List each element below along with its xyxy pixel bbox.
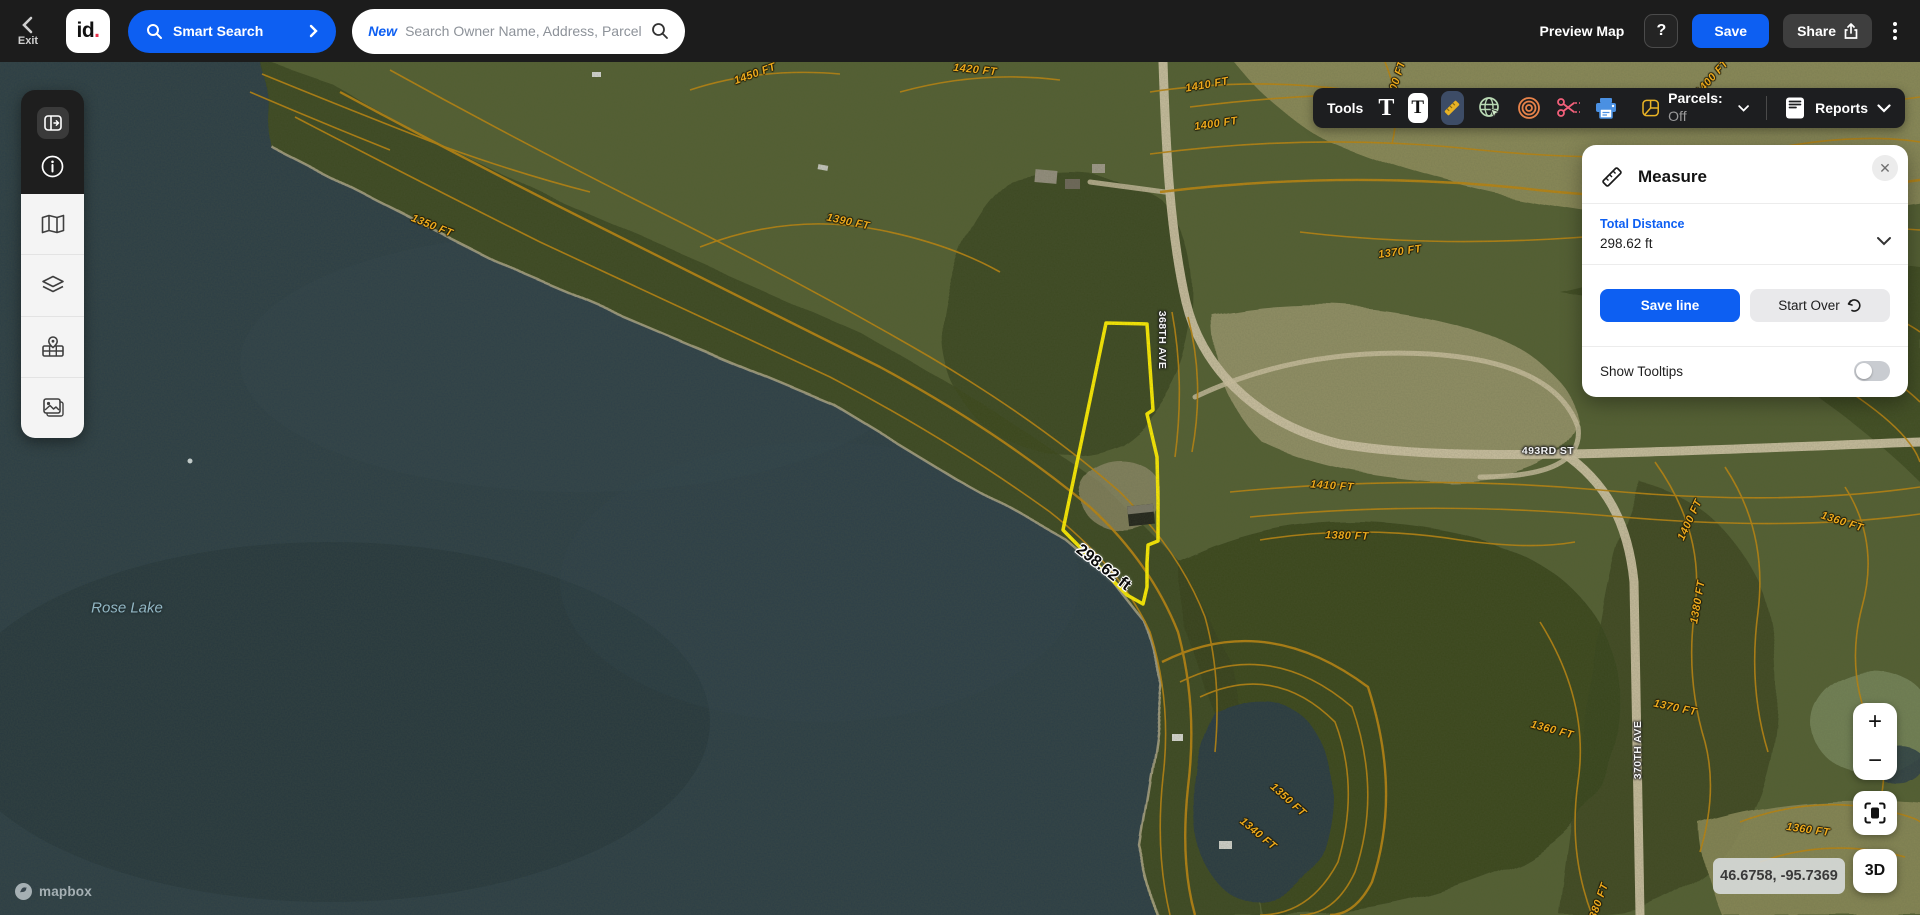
chevron-right-icon (310, 24, 318, 38)
mapbox-logo-icon (15, 883, 32, 900)
app-logo[interactable]: id. (66, 9, 110, 53)
scissors-icon (1557, 98, 1580, 117)
top-bar: Exit id. Smart Search New Preview Map ? … (0, 0, 1920, 62)
sidebar-item-basemaps[interactable] (21, 194, 84, 254)
show-tooltips-row: Show Tooltips (1582, 347, 1908, 397)
share-icon (1844, 23, 1858, 39)
ruler-icon (1445, 100, 1460, 116)
exit-label: Exit (17, 34, 39, 47)
app-window: Exit id. Smart Search New Preview Map ? … (0, 0, 1920, 915)
cursor-coordinates: 46.6758, -95.7369 (1713, 858, 1845, 894)
search-input[interactable] (405, 23, 644, 39)
sidebar-light-section (21, 194, 84, 438)
undo-icon (1847, 298, 1861, 312)
info-icon (41, 155, 64, 177)
save-line-button[interactable]: Save line (1600, 289, 1740, 322)
logo-text: id. (76, 19, 100, 42)
zoom-control: + − (1853, 703, 1897, 780)
start-over-button[interactable]: Start Over (1750, 289, 1890, 322)
map-pin-grid-icon (41, 335, 64, 357)
parcels-dropdown[interactable]: Parcels: Off (1641, 90, 1750, 126)
3d-toggle-button[interactable]: 3D (1853, 849, 1897, 893)
measure-panel-header: Measure (1582, 145, 1908, 204)
more-menu-button[interactable] (1886, 14, 1904, 48)
measure-panel: ✕ Measure Total Distance 298.62 ft Save … (1582, 145, 1908, 397)
sidebar-collapse-button[interactable] (36, 106, 69, 139)
text-tool-button[interactable]: T (1378, 95, 1394, 122)
close-icon[interactable]: ✕ (1872, 155, 1898, 181)
printer-icon (1595, 98, 1616, 119)
parcels-layer-icon (1642, 99, 1659, 117)
image-icon (42, 398, 64, 417)
save-button[interactable]: Save (1692, 14, 1770, 48)
reports-label: Reports (1815, 100, 1868, 116)
concentric-rings-icon (1518, 97, 1540, 119)
geolocation-tool-button[interactable] (1477, 95, 1503, 121)
panel-toggle-icon (43, 114, 62, 131)
map-toolbar: Tools T T Parcels: Off Reports (1313, 88, 1905, 128)
parcels-label: Parcels: (1668, 90, 1723, 106)
mapbox-attribution-text: mapbox (39, 884, 92, 899)
radius-tool-button[interactable] (1516, 95, 1542, 121)
help-button[interactable]: ? (1644, 14, 1679, 48)
print-tool-button[interactable] (1594, 96, 1618, 120)
left-sidebar (21, 90, 84, 438)
new-badge: New (368, 23, 398, 39)
tools-label: Tools (1327, 100, 1364, 116)
sidebar-item-layers[interactable] (21, 254, 84, 315)
parcels-state: Off (1668, 108, 1687, 124)
chevron-down-icon (1738, 104, 1750, 112)
topbar-actions: Preview Map ? Save Share (1540, 0, 1904, 62)
search-box: New (352, 8, 686, 54)
cut-tool-button[interactable] (1555, 96, 1581, 120)
preview-map-link[interactable]: Preview Map (1540, 23, 1625, 39)
screenshot-icon (1864, 802, 1886, 824)
search-icon[interactable] (651, 22, 669, 40)
text-box-tool-button[interactable]: T (1407, 93, 1428, 123)
measure-panel-title: Measure (1638, 167, 1707, 186)
search-icon (147, 23, 162, 39)
total-distance-section: Total Distance 298.62 ft (1582, 204, 1908, 265)
measure-tool-button-active[interactable] (1440, 91, 1464, 125)
chevron-left-icon (22, 16, 33, 33)
screenshot-button[interactable] (1853, 791, 1897, 835)
measure-actions: Save line Start Over (1582, 265, 1908, 347)
chevron-down-icon (1877, 103, 1891, 113)
reports-dropdown[interactable]: Reports (1784, 96, 1891, 120)
sidebar-dark-section (21, 90, 84, 194)
ruler-icon (1602, 167, 1622, 187)
show-tooltips-label: Show Tooltips (1600, 363, 1684, 379)
sidebar-item-media[interactable] (21, 376, 84, 438)
share-button[interactable]: Share (1783, 14, 1872, 48)
globe-cursor-icon (1479, 97, 1501, 119)
sidebar-item-info[interactable] (41, 155, 64, 178)
layers-icon (41, 276, 64, 293)
total-distance-label: Total Distance (1600, 217, 1685, 231)
mapbox-attribution[interactable]: mapbox (14, 882, 92, 901)
zoom-out-button[interactable]: − (1853, 742, 1897, 781)
total-distance-value: 298.62 ft (1600, 236, 1653, 251)
toolbar-divider (1766, 96, 1768, 120)
tooltips-toggle[interactable] (1854, 361, 1890, 381)
report-document-icon (1786, 97, 1805, 119)
sidebar-item-parcels[interactable] (21, 315, 84, 377)
chevron-down-icon[interactable] (1876, 236, 1892, 246)
smart-search-button[interactable]: Smart Search (128, 9, 337, 53)
map-canvas[interactable]: 1450 FT 1420 FT 1400 FT 1410 FT 1400 FT 1400 … (0, 62, 1920, 915)
exit-button[interactable]: Exit (4, 16, 52, 47)
zoom-in-button[interactable]: + (1853, 703, 1897, 742)
map-icon (41, 214, 64, 234)
